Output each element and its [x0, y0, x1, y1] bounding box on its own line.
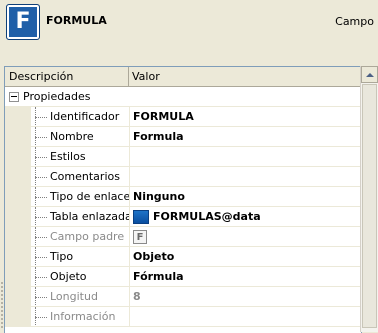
property-name: Tabla enlazada: [31, 207, 130, 226]
property-name: Longitud: [31, 287, 130, 306]
property-value[interactable]: FORMULA: [130, 107, 361, 126]
formula-field-icon: F: [133, 229, 147, 244]
property-value-text: Formula: [133, 130, 184, 143]
column-header-value[interactable]: Valor: [129, 67, 361, 86]
scroll-up-arrow-icon[interactable]: [361, 66, 378, 83]
property-value: 8: [130, 287, 361, 306]
row-gutter: [5, 167, 31, 186]
property-row[interactable]: Longitud 8: [5, 287, 361, 307]
property-name: Identificador: [31, 107, 130, 126]
property-name: Estilos: [31, 147, 130, 166]
row-gutter: [5, 227, 31, 246]
property-name: Información: [31, 307, 130, 326]
row-gutter: [5, 247, 31, 266]
property-value[interactable]: Ninguno: [130, 187, 361, 206]
property-row[interactable]: Información: [5, 307, 361, 327]
property-value-text: Objeto: [133, 250, 175, 263]
property-name: Tipo de enlace: [31, 187, 130, 206]
property-value-text: FORMULAS@data: [153, 210, 261, 223]
property-value-text: Ninguno: [133, 190, 185, 203]
property-name: Campo padre: [31, 227, 130, 246]
panel-header: F FORMULA Campo: [0, 0, 378, 48]
property-group-row[interactable]: Propiedades: [5, 87, 361, 107]
field-type-letter: F: [15, 9, 31, 34]
property-row[interactable]: Tabla enlazada FORMULAS@data: [5, 207, 361, 227]
property-value: F: [130, 227, 361, 246]
collapse-toggle-icon[interactable]: [9, 91, 19, 102]
property-value[interactable]: Formula: [130, 127, 361, 146]
property-value-text: FORMULA: [133, 110, 194, 123]
property-value-text: Fórmula: [133, 270, 184, 283]
table-icon: [133, 209, 149, 224]
row-gutter: [5, 287, 31, 306]
property-row[interactable]: Estilos: [5, 147, 361, 167]
property-name: Comentarios: [31, 167, 130, 186]
property-value[interactable]: Fórmula: [130, 267, 361, 286]
field-type-icon: F: [6, 4, 40, 40]
property-grid: Descripción Valor Propiedades Identifica…: [4, 66, 362, 333]
row-gutter: [5, 207, 31, 226]
vertical-scrollbar[interactable]: [360, 66, 378, 332]
property-name: Nombre: [31, 127, 130, 146]
property-value[interactable]: Objeto: [130, 247, 361, 266]
property-row[interactable]: Identificador FORMULA: [5, 107, 361, 127]
property-row[interactable]: Objeto Fórmula: [5, 267, 361, 287]
property-value[interactable]: [130, 167, 361, 186]
property-name: Objeto: [31, 267, 130, 286]
row-gutter: [5, 307, 31, 326]
property-row[interactable]: Campo padre F: [5, 227, 361, 247]
property-value-text: 8: [133, 290, 141, 303]
resize-grip[interactable]: [0, 282, 4, 332]
grid-column-headers: Descripción Valor: [5, 67, 361, 87]
property-name: Tipo: [31, 247, 130, 266]
row-gutter: [5, 187, 31, 206]
row-gutter: [5, 147, 31, 166]
column-header-description[interactable]: Descripción: [5, 67, 129, 86]
property-row[interactable]: Comentarios: [5, 167, 361, 187]
property-value[interactable]: [130, 147, 361, 166]
header-type-label: Campo: [335, 15, 374, 28]
property-row[interactable]: Nombre Formula: [5, 127, 361, 147]
row-gutter: [5, 267, 31, 286]
property-row[interactable]: Tipo Objeto: [5, 247, 361, 267]
row-gutter: [5, 107, 31, 126]
row-gutter: [5, 127, 31, 146]
scrollbar-thumb[interactable]: [362, 84, 377, 328]
property-value[interactable]: FORMULAS@data: [130, 207, 361, 226]
property-group-label: Propiedades: [23, 90, 91, 103]
property-row[interactable]: Tipo de enlace Ninguno: [5, 187, 361, 207]
property-value: [130, 307, 361, 326]
header-title: FORMULA: [46, 14, 107, 27]
